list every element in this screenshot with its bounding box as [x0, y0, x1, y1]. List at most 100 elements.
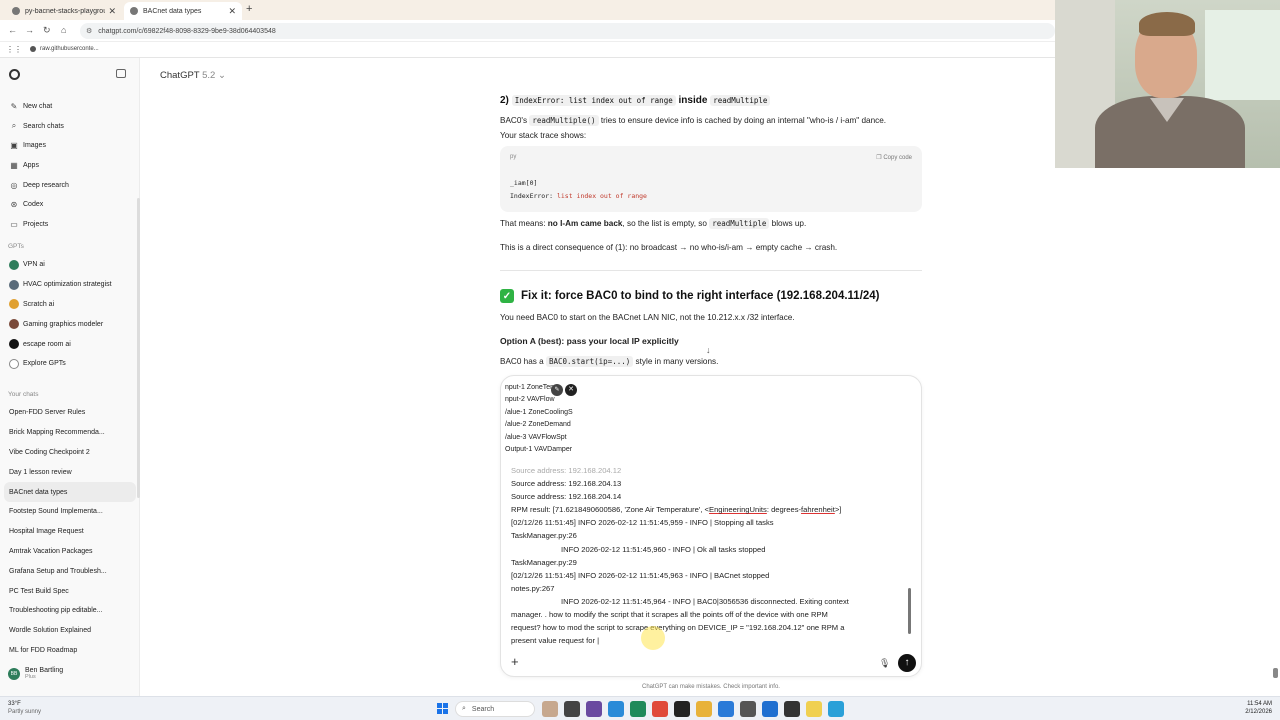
chat-history-item[interactable]: Troubleshooting pip editable... — [0, 601, 140, 621]
chat-history-item[interactable]: PC Test Build Spec — [0, 581, 140, 601]
browser-tab-bacnet[interactable]: BACnet data types ✕ — [124, 2, 242, 20]
app-icon[interactable] — [740, 701, 756, 717]
user-plan: Plus — [25, 674, 36, 680]
chat-history-item[interactable]: Vibe Coding Checkpoint 2 — [0, 443, 140, 463]
sidebar-gpt-vpn-ai[interactable]: VPN ai — [0, 255, 140, 275]
message-composer[interactable]: nput-1 ZoneTemp nput-2 VAVFlow /alue-1 Z… — [500, 375, 922, 677]
sidebar: ✎ New chat ⌕ Search chats ▣ Images ▦ Apps ◎ D… — [0, 58, 140, 696]
explore-grid-icon — [9, 358, 19, 369]
remove-attachment-icon[interactable]: ✕ — [565, 384, 577, 396]
page-scrollbar[interactable] — [1273, 668, 1278, 678]
log-text: EngineeringUnits — [709, 505, 767, 515]
sidebar-gpt-hvac[interactable]: HVAC optimization strategist — [0, 275, 140, 295]
reload-icon[interactable]: ↻ — [43, 25, 51, 36]
file-explorer-icon[interactable] — [696, 701, 712, 717]
search-icon: ⌕ — [11, 121, 17, 131]
taskbar-clock[interactable]: 11:54 AM 2/12/2026 — [1245, 700, 1272, 716]
scroll-down-arrow-icon[interactable]: ↓ — [706, 345, 711, 355]
gpt-label: HVAC optimization strategist — [23, 281, 112, 289]
chrome-profile-icon[interactable] — [652, 701, 668, 717]
sidebar-gpt-gaming[interactable]: Gaming graphics modeler — [0, 314, 140, 334]
sidebar-item-images[interactable]: ▣ Images — [0, 136, 140, 156]
chat-history-item[interactable]: Day 1 lesson review — [0, 462, 140, 482]
chat-history-item[interactable]: Brick Mapping Recommenda... — [0, 423, 140, 443]
code-line: _iam[0] — [510, 179, 538, 187]
send-button[interactable]: ↑ — [898, 654, 916, 672]
log-line: [02/12/26 11:51:45] INFO 2026-02-12 11:5… — [511, 518, 774, 528]
chat-history-item[interactable]: Grafana Setup and Troublesh... — [0, 561, 140, 581]
sidebar-item-label: Search chats — [23, 122, 64, 130]
deep-research-icon: ◎ — [10, 180, 18, 190]
calculator-icon[interactable] — [718, 701, 734, 717]
app-icon[interactable] — [586, 701, 602, 717]
url-field[interactable]: ⚙ chatgpt.com/c/69822f48-8098-8329-9be9-… — [80, 23, 1055, 39]
windows-start-icon[interactable] — [437, 703, 448, 714]
openai-logo-icon[interactable] — [9, 69, 20, 80]
copy-code-button[interactable]: ❐ Copy code — [876, 154, 912, 161]
new-tab-icon[interactable]: + — [246, 3, 252, 15]
sidebar-item-label: Codex — [23, 201, 44, 209]
app-icon[interactable] — [828, 701, 844, 717]
task-view-icon[interactable] — [564, 701, 580, 717]
bookmark-favicon-icon — [30, 46, 36, 52]
sidebar-item-projects[interactable]: ▭ Projects — [0, 215, 140, 235]
home-icon[interactable]: ⌂ — [61, 25, 66, 35]
sidebar-item-label: Images — [23, 142, 46, 150]
close-tab-icon[interactable]: ✕ — [108, 6, 116, 17]
bookmark-label: raw.githubuserconte... — [40, 46, 99, 52]
sidebar-toggle-icon[interactable] — [116, 69, 126, 78]
chat-history-item[interactable]: Amtrak Vacation Packages — [0, 542, 140, 562]
app-icon[interactable] — [806, 701, 822, 717]
microphone-icon[interactable]: 🎙 — [879, 658, 890, 669]
webcam-person-hair — [1139, 12, 1195, 36]
site-info-icon[interactable]: ⚙ — [86, 27, 92, 35]
chat-history-item[interactable]: ML for FDD Roadmap — [0, 641, 140, 661]
bookmark-item[interactable]: raw.githubuserconte... — [30, 46, 99, 52]
sidebar-item-codex[interactable]: ⊛ Codex — [0, 195, 140, 215]
sidebar-item-new-chat[interactable]: ✎ New chat — [0, 97, 140, 117]
chat-history-item[interactable]: Open-FDD Server Rules — [0, 403, 140, 423]
edit-attachment-icon[interactable]: ✎ — [551, 384, 563, 396]
widgets-icon[interactable] — [542, 701, 558, 717]
sidebar-item-deep-research[interactable]: ◎ Deep research — [0, 175, 140, 195]
add-attachment-button[interactable]: + — [511, 654, 519, 669]
weather-widget[interactable]: 33°F Partly sunny — [8, 700, 41, 716]
apps-grid-icon[interactable]: ⋮⋮ — [6, 45, 22, 54]
gpt-label: VPN ai — [23, 261, 45, 269]
log-line: Source address: 192.168.204.13 — [511, 479, 622, 489]
divider — [500, 270, 922, 271]
vscode-icon[interactable] — [762, 701, 778, 717]
heading-text: inside — [678, 95, 708, 106]
sidebar-item-search-chats[interactable]: ⌕ Search chats — [0, 117, 140, 137]
close-tab-icon[interactable]: ✕ — [228, 6, 236, 17]
edge-icon[interactable] — [630, 701, 646, 717]
chat-history-item-active[interactable]: BACnet data types — [4, 482, 136, 502]
attachment-controls: ✎ ✕ — [551, 384, 577, 396]
paragraph-text: BAC0 has a — [500, 357, 544, 366]
forward-icon[interactable]: → — [25, 25, 34, 35]
chat-history-item[interactable]: Wordle Solution Explained — [0, 621, 140, 641]
inline-code: readMultiple — [709, 218, 770, 229]
sidebar-explore-gpts[interactable]: Explore GPTs — [0, 354, 140, 374]
chat-history-item[interactable]: Hospital Image Request — [0, 522, 140, 542]
clock-time: 11:54 AM — [1247, 701, 1272, 707]
taskbar-search[interactable]: ⌕ Search — [455, 701, 535, 717]
terminal-icon[interactable] — [674, 701, 690, 717]
chrome-icon[interactable] — [608, 701, 624, 717]
model-selector[interactable]: ChatGPT 5.2 ⌄ — [160, 70, 226, 81]
browser-tab-playground[interactable]: py-bacnet-stacks-playground/ ✕ — [6, 2, 122, 20]
sidebar-item-apps[interactable]: ▦ Apps — [0, 156, 140, 176]
tab-title: py-bacnet-stacks-playground/ — [25, 7, 106, 15]
user-profile[interactable]: BB Ben Bartling Plus — [8, 667, 63, 680]
chat-history-item[interactable]: Footstep Sound Implementa... — [0, 502, 140, 522]
app-icon[interactable] — [784, 701, 800, 717]
log-text: RPM result: [71.6218490600586, 'Zone Air… — [511, 505, 709, 515]
composer-scrollbar[interactable] — [908, 588, 911, 634]
paragraph: That means: no I-Am came back, so the li… — [500, 216, 806, 231]
back-icon[interactable]: ← — [8, 25, 17, 35]
sidebar-gpt-escape-room[interactable]: escape room ai — [0, 334, 140, 354]
mouse-cursor-highlight — [641, 626, 665, 650]
composer-text[interactable]: Source address: 192.168.204.12 Source ad… — [511, 464, 907, 647]
sidebar-gpt-scratch-ai[interactable]: Scratch ai — [0, 295, 140, 315]
gpt-label: escape room ai — [23, 340, 71, 348]
